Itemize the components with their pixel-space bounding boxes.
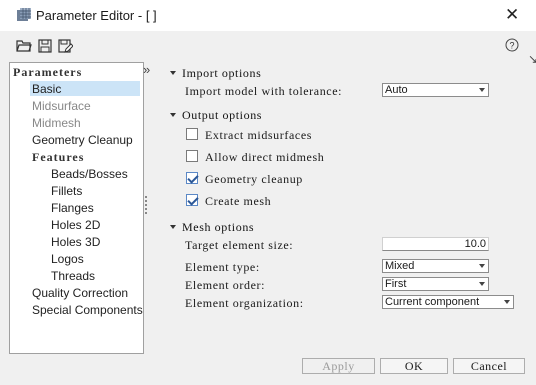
import-options-caret-icon[interactable] [170, 71, 176, 75]
chevron-down-icon [477, 261, 487, 271]
app-icon [17, 8, 31, 21]
tree-item-midsurface[interactable]: Midsurface [32, 99, 91, 113]
element-order-value: First [385, 278, 407, 290]
output-options-title: Output options [182, 108, 263, 122]
geometry-cleanup-checkbox[interactable] [186, 172, 198, 184]
tree-item-fillets[interactable]: Fillets [51, 184, 82, 198]
window-title: Parameter Editor - [ ] [36, 8, 157, 23]
tree-item-beads-bosses[interactable]: Beads/Bosses [51, 167, 128, 181]
open-folder-icon[interactable] [16, 38, 32, 54]
element-order-select[interactable]: First [382, 277, 489, 291]
element-type-label: Element type: [185, 260, 260, 274]
tree-item-basic[interactable]: Basic [32, 82, 61, 96]
parameter-tree[interactable]: Parameters Basic Midsurface Midmesh Geom… [9, 62, 144, 354]
tree-header-features[interactable]: Features [32, 150, 84, 165]
import-tolerance-select[interactable]: Auto [382, 83, 489, 97]
element-type-select[interactable]: Mixed [382, 259, 489, 273]
tree-item-logos[interactable]: Logos [51, 252, 84, 266]
ok-button[interactable]: OK [380, 358, 448, 374]
tree-item-threads[interactable]: Threads [51, 269, 95, 283]
import-tolerance-value: Auto [385, 84, 408, 96]
tree-item-special-components[interactable]: Special Components [32, 303, 143, 317]
splitter-handle[interactable] [145, 196, 149, 214]
apply-button[interactable]: Apply [302, 358, 375, 374]
tree-item-geometry-cleanup[interactable]: Geometry Cleanup [32, 133, 133, 147]
close-button[interactable]: ✕ [505, 5, 519, 25]
tree-item-holes-2d[interactable]: Holes 2D [51, 218, 100, 232]
chevron-down-icon [477, 279, 487, 289]
chevron-down-icon [477, 85, 487, 95]
tree-item-flanges[interactable]: Flanges [51, 201, 94, 215]
chevron-down-icon [502, 297, 512, 307]
tree-item-holes-3d[interactable]: Holes 3D [51, 235, 100, 249]
tree-item-quality-correction[interactable]: Quality Correction [32, 286, 128, 300]
output-options-caret-icon[interactable] [170, 113, 176, 117]
target-size-label: Target element size: [185, 238, 294, 252]
cancel-button[interactable]: Cancel [453, 358, 525, 374]
edge-icon: ↘ [528, 52, 536, 66]
geometry-cleanup-label: Geometry cleanup [205, 172, 303, 186]
extract-midsurfaces-label: Extract midsurfaces [205, 128, 313, 142]
import-tolerance-label: Import model with tolerance: [185, 84, 343, 98]
element-org-select[interactable]: Current component [382, 295, 514, 309]
save-icon[interactable] [37, 38, 53, 54]
tree-header-parameters: Parameters [13, 65, 83, 79]
title-bar: Parameter Editor - [ ] ✕ [0, 0, 536, 31]
element-order-label: Element order: [185, 278, 266, 292]
element-org-label: Element organization: [185, 296, 304, 310]
allow-direct-midmesh-checkbox[interactable] [186, 150, 198, 162]
save-as-icon[interactable] [57, 38, 73, 54]
mesh-options-caret-icon[interactable] [170, 225, 176, 229]
element-org-value: Current component [385, 296, 480, 308]
mesh-options-title: Mesh options [182, 220, 255, 234]
element-type-value: Mixed [385, 260, 415, 272]
create-mesh-label: Create mesh [205, 194, 272, 208]
import-options-title: Import options [182, 66, 262, 80]
extract-midsurfaces-checkbox[interactable] [186, 128, 198, 140]
collapse-panel-button[interactable]: » [143, 62, 150, 77]
help-icon[interactable]: ? [505, 38, 519, 52]
create-mesh-checkbox[interactable] [186, 194, 198, 206]
tree-item-midmesh[interactable]: Midmesh [32, 116, 81, 130]
target-size-input[interactable]: 10.0 [382, 237, 489, 251]
svg-text:?: ? [509, 41, 514, 51]
allow-direct-midmesh-label: Allow direct midmesh [205, 150, 325, 164]
